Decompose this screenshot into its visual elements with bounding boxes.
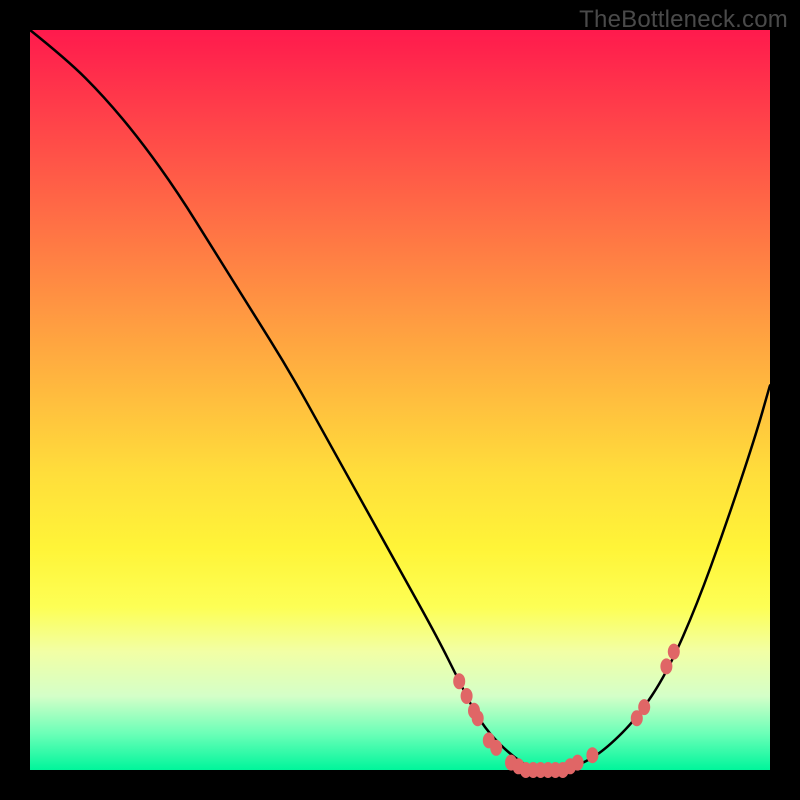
curve-marker [586, 747, 598, 763]
curve-markers [453, 644, 680, 778]
curve-marker [660, 658, 672, 674]
curve-marker [490, 740, 502, 756]
curve-marker [461, 688, 473, 704]
bottleneck-curve-line [30, 30, 770, 770]
bottleneck-chart [30, 30, 770, 770]
curve-marker [638, 699, 650, 715]
curve-marker [453, 673, 465, 689]
curve-marker [472, 710, 484, 726]
curve-marker [668, 644, 680, 660]
curve-marker [572, 755, 584, 771]
